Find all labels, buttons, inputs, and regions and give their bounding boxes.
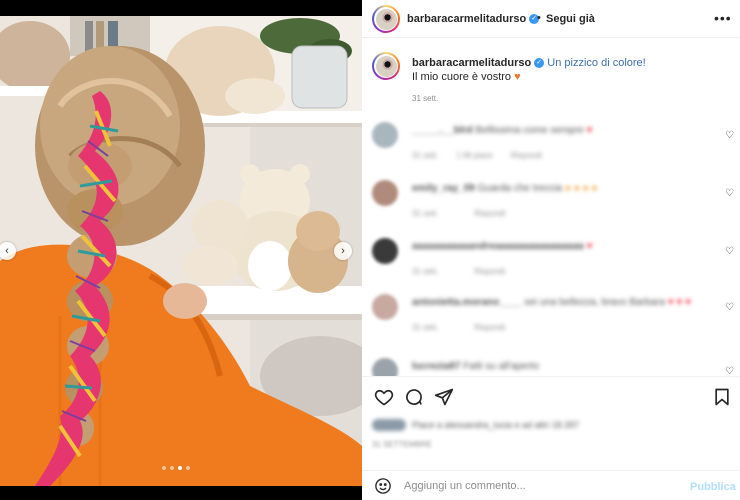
post-media[interactable]: ‹ › — [0, 0, 362, 500]
comment-message: Bellissima come sempre — [475, 125, 584, 136]
comment-text: lucrezia87 Fatti su all'aperto — [412, 360, 702, 373]
chevron-left-icon: ‹ — [5, 245, 9, 257]
verified-badge-icon: ✓ — [534, 58, 545, 69]
likes-summary-text[interactable]: Piace a alessandra_lucia e ad altri 18.3… — [412, 420, 579, 430]
comment-meta: 31 sett. Rispondi — [412, 267, 702, 276]
comment-text: aaaaaaaaaaandreaaaaaaaaaaaaaaaa ♥ — [412, 240, 702, 253]
comment-item: lucrezia87 Fatti su all'aperto ♡ — [372, 354, 734, 376]
comment-message: Guarda che treccia — [477, 183, 563, 194]
comment-body: _____.__blrd Bellissima come sempre ♥ 31 … — [412, 124, 702, 160]
commenter-avatar[interactable] — [372, 238, 398, 264]
emoji-icon[interactable] — [374, 477, 392, 495]
comment-likes[interactable]: 1 Mi piace — [456, 151, 492, 160]
header-separator: • — [537, 12, 541, 24]
comment-like-heart-icon[interactable]: ♡ — [725, 130, 734, 141]
share-icon[interactable] — [434, 387, 454, 407]
comment-emoji: ♥ — [586, 125, 593, 136]
comment-meta: 31 sett. Rispondi — [412, 209, 702, 218]
comments-list[interactable]: _____.__blrd Bellissima come sempre ♥ 31 … — [362, 118, 740, 376]
comment-message: Fatti su all'aperto — [463, 361, 539, 372]
comment-emoji: ● ● ● ● — [564, 183, 598, 194]
commenter-username[interactable]: antonietta.morano____ — [412, 297, 521, 308]
media-top-bar — [0, 0, 362, 16]
post-panel: barbaracarmelitadurso ✓ • Segui già ••• b… — [362, 0, 740, 500]
save-bookmark-icon[interactable] — [712, 387, 732, 407]
commenter-avatar[interactable] — [372, 294, 398, 320]
caption-timestamp[interactable]: 31 sett. — [412, 94, 438, 103]
commenter-avatar[interactable] — [372, 180, 398, 206]
caption-line-1: Un pizzico di colore! — [547, 57, 646, 69]
reply-button[interactable]: Rispondi — [511, 151, 542, 160]
like-icon[interactable] — [374, 387, 394, 407]
comment-item: aaaaaaaaaaandreaaaaaaaaaaaaaaaa ♥ 31 sett… — [372, 234, 734, 284]
carousel-dot — [178, 466, 182, 470]
caption-text: barbaracarmelitadurso ✓ Un pizzico di col… — [412, 56, 732, 84]
comment-like-heart-icon[interactable]: ♡ — [725, 246, 734, 257]
commenter-username[interactable]: _____.__blrd — [412, 125, 473, 136]
comment-like-heart-icon[interactable]: ♡ — [725, 366, 734, 376]
comment-body: lucrezia87 Fatti su all'aperto — [412, 360, 702, 376]
carousel-indicator — [162, 466, 190, 470]
comment-input[interactable] — [404, 478, 674, 494]
commenter-avatar[interactable] — [372, 122, 398, 148]
post-header: barbaracarmelitadurso ✓ • Segui già ••• — [362, 0, 740, 38]
comment-time[interactable]: 31 sett. — [412, 323, 438, 332]
commenter-avatar[interactable] — [372, 358, 398, 376]
comment-text: emily_ray_09 Guarda che treccia ● ● ● ● — [412, 182, 702, 195]
publish-button[interactable]: Pubblica — [690, 481, 736, 493]
author-avatar[interactable] — [372, 5, 400, 33]
carousel-dot — [170, 466, 174, 470]
comment-item: emily_ray_09 Guarda che treccia ● ● ● ● 3… — [372, 176, 734, 226]
reply-button[interactable]: Rispondi — [474, 323, 505, 332]
add-comment-bar: Pubblica — [362, 470, 740, 500]
reply-button[interactable]: Rispondi — [474, 267, 505, 276]
chevron-right-icon: › — [341, 245, 345, 257]
caption-avatar[interactable] — [372, 52, 400, 80]
comment-text: antonietta.morano____ sei una bellezza, … — [412, 296, 702, 309]
comment-like-heart-icon[interactable]: ♡ — [725, 302, 734, 313]
commenter-username[interactable]: emily_ray_09 — [412, 183, 475, 194]
likes-summary[interactable]: Piace a alessandra_lucia e ad altri 18.3… — [372, 418, 732, 434]
post-timestamp[interactable]: 31 SETTEMBRE — [372, 440, 432, 449]
comment-item: antonietta.morano____ sei una bellezza, … — [372, 290, 734, 340]
comment-emoji: ♥ — [586, 241, 593, 252]
post-photo[interactable] — [0, 16, 362, 486]
commenter-username[interactable]: lucrezia87 — [412, 361, 460, 372]
more-options-icon[interactable]: ••• — [714, 10, 732, 26]
media-bottom-bar — [0, 486, 362, 500]
carousel-dot — [162, 466, 166, 470]
comment-emoji: ♥ ♥ ♥ — [667, 297, 692, 308]
comment-text: _____.__blrd Bellissima come sempre ♥ — [412, 124, 702, 137]
commenter-username[interactable]: aaaaaaaaaaandreaaaaaaaaaaaaaaaa — [412, 241, 584, 252]
comment-time[interactable]: 31 sett. — [412, 267, 438, 276]
comment-item: _____.__blrd Bellissima come sempre ♥ 31 … — [372, 118, 734, 168]
reply-button[interactable]: Rispondi — [474, 209, 505, 218]
post-actions — [362, 376, 740, 416]
comment-body: aaaaaaaaaaandreaaaaaaaaaaaaaaaa ♥ 31 sett… — [412, 240, 702, 276]
photo-illustration — [0, 16, 362, 486]
carousel-next-button[interactable]: › — [334, 242, 352, 260]
comment-body: antonietta.morano____ sei una bellezza, … — [412, 296, 702, 332]
orange-heart-icon: ♥ — [514, 71, 521, 83]
comment-time[interactable]: 31 sett. — [412, 209, 438, 218]
following-button[interactable]: Segui già — [546, 13, 595, 25]
comment-meta: 31 sett. 1 Mi piace Rispondi — [412, 151, 702, 160]
caption-username[interactable]: barbaracarmelitadurso — [412, 57, 531, 69]
author-username[interactable]: barbaracarmelitadurso — [407, 13, 526, 25]
comment-icon[interactable] — [404, 387, 424, 407]
comment-message: sei una bellezza, bravo Barbara — [524, 297, 665, 308]
comment-like-heart-icon[interactable]: ♡ — [725, 188, 734, 199]
comment-time[interactable]: 31 sett. — [412, 151, 438, 160]
comment-body: emily_ray_09 Guarda che treccia ● ● ● ● 3… — [412, 182, 702, 218]
carousel-dot — [186, 466, 190, 470]
caption-line-2: Il mio cuore è vostro — [412, 71, 512, 83]
liked-by-avatars — [372, 419, 406, 431]
comment-meta: 31 sett. Rispondi — [412, 323, 702, 332]
author-username-row[interactable]: barbaracarmelitadurso ✓ — [407, 13, 540, 25]
